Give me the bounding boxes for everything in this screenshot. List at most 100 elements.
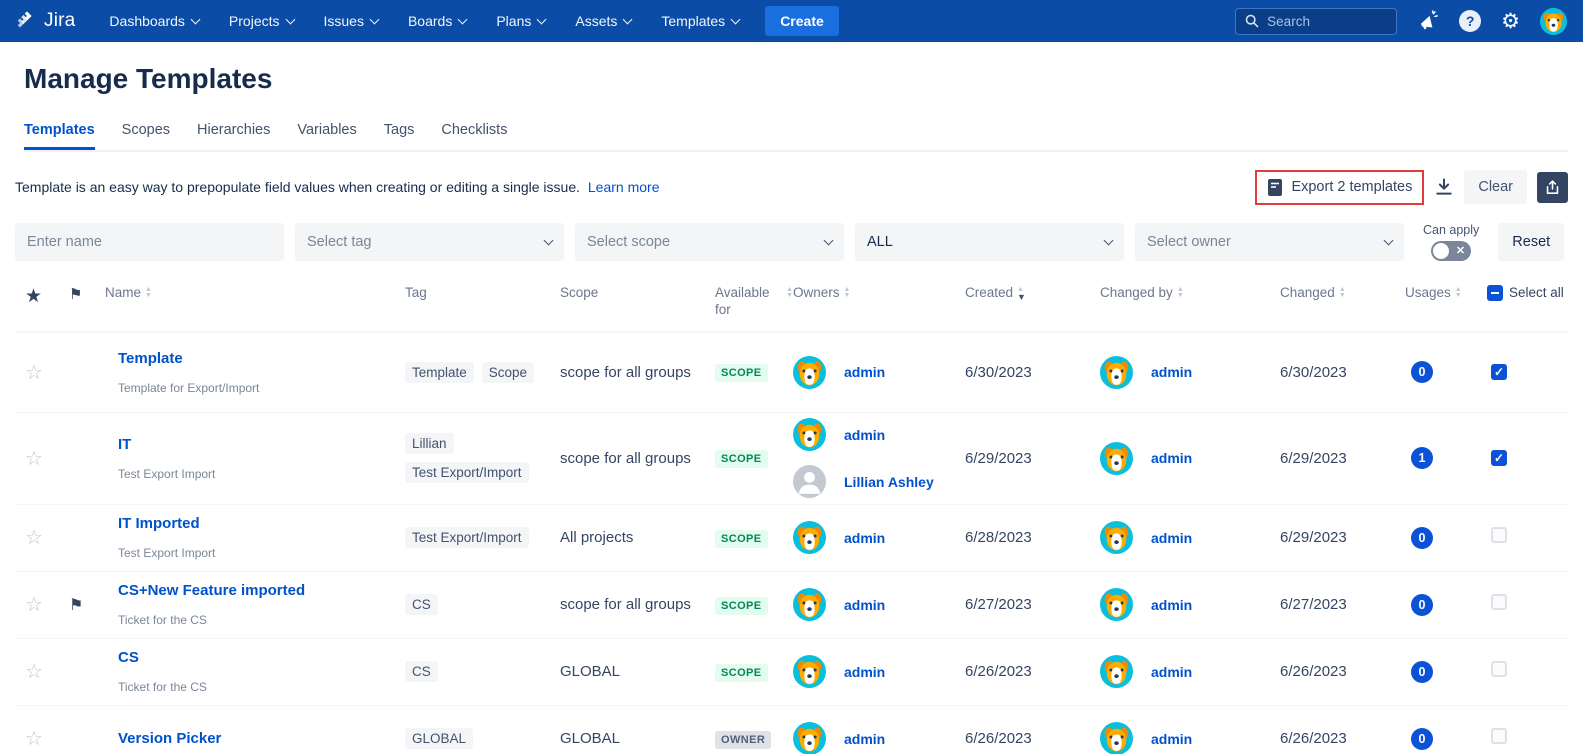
- name-filter-input[interactable]: [15, 223, 284, 261]
- header-changed-by[interactable]: Changed by▲▼: [1100, 285, 1280, 302]
- user-link[interactable]: admin: [1151, 664, 1192, 680]
- usages-badge[interactable]: 0: [1411, 661, 1433, 683]
- user-link[interactable]: admin: [844, 364, 885, 380]
- favorite-star-icon[interactable]: ☆: [25, 726, 60, 751]
- tag-filter-select[interactable]: Select tag: [295, 223, 564, 261]
- user-link[interactable]: admin: [1151, 731, 1192, 747]
- usages-badge[interactable]: 0: [1411, 361, 1433, 383]
- template-name-link[interactable]: IT: [118, 436, 405, 453]
- row-checkbox[interactable]: ✓: [1491, 364, 1507, 380]
- announcements-button[interactable]: [1417, 10, 1439, 32]
- favorite-star-icon[interactable]: ☆: [25, 592, 60, 617]
- help-button[interactable]: ?: [1459, 10, 1481, 32]
- usages-badge[interactable]: 0: [1411, 527, 1433, 549]
- template-name-link[interactable]: CS: [118, 649, 405, 666]
- table-header: ★ ⚑ Name▲▼ Tag Scope Available for▲▼ Own…: [15, 273, 1568, 333]
- name-cell: CS+New Feature imported Ticket for the C…: [105, 582, 405, 627]
- profile-button[interactable]: [1540, 8, 1567, 35]
- header-scope[interactable]: Scope: [560, 285, 715, 302]
- reset-button[interactable]: Reset: [1498, 223, 1564, 261]
- owner-filter-select[interactable]: Select owner: [1135, 223, 1404, 261]
- tag-list: TemplateScope: [405, 362, 560, 383]
- tab-hierarchies[interactable]: Hierarchies: [197, 122, 270, 150]
- dog-avatar-icon: [793, 418, 826, 451]
- header-changed[interactable]: Changed▲▼: [1280, 285, 1405, 302]
- header-created[interactable]: Created▲▼: [965, 285, 1100, 302]
- tab-tags[interactable]: Tags: [384, 122, 415, 150]
- create-button[interactable]: Create: [765, 6, 839, 36]
- row-checkbox[interactable]: [1491, 594, 1507, 610]
- user-link[interactable]: admin: [844, 530, 885, 546]
- changed-by-cell: admin: [1100, 521, 1280, 554]
- user: admin: [793, 521, 965, 554]
- user-link[interactable]: admin: [844, 427, 885, 443]
- user-link[interactable]: admin: [1151, 364, 1192, 380]
- nav-item-plans[interactable]: Plans: [496, 13, 545, 29]
- favorite-star-icon[interactable]: ☆: [25, 360, 60, 385]
- nav-item-projects[interactable]: Projects: [229, 13, 294, 29]
- usages-badge[interactable]: 0: [1411, 728, 1433, 750]
- tab-scopes[interactable]: Scopes: [122, 122, 170, 150]
- jira-brand[interactable]: Jira: [16, 10, 75, 32]
- template-name-link[interactable]: IT Imported: [118, 515, 405, 532]
- name-cell: IT Test Export Import: [105, 436, 405, 481]
- select-all-checkbox[interactable]: [1487, 285, 1503, 301]
- global-search[interactable]: [1235, 8, 1397, 35]
- header-owners[interactable]: Owners▲▼: [793, 285, 965, 302]
- nav-item-boards[interactable]: Boards: [408, 13, 466, 29]
- user-link[interactable]: admin: [1151, 450, 1192, 466]
- can-apply-toggle[interactable]: ✕: [1431, 241, 1471, 261]
- template-name-link[interactable]: Version Picker: [118, 730, 405, 747]
- header-available-for[interactable]: Available for▲▼: [715, 285, 793, 319]
- row-checkbox[interactable]: ✓: [1491, 450, 1507, 466]
- row-checkbox[interactable]: [1491, 728, 1507, 744]
- select-cell: [1487, 594, 1568, 615]
- chevron-down-icon: [190, 14, 200, 24]
- user-link[interactable]: Lillian Ashley: [844, 474, 934, 490]
- chevron-down-icon: [285, 14, 295, 24]
- nav-item-assets[interactable]: Assets: [575, 13, 631, 29]
- user-link[interactable]: admin: [844, 597, 885, 613]
- template-name-link[interactable]: Template: [118, 350, 405, 367]
- chevron-down-icon: [1104, 235, 1114, 245]
- user-link[interactable]: admin: [844, 664, 885, 680]
- user: admin: [1100, 356, 1280, 389]
- table-row: ☆ ⚑ IT Test Export Import LillianTest Ex…: [15, 413, 1568, 505]
- user-link[interactable]: admin: [1151, 597, 1192, 613]
- person-avatar-icon: [793, 465, 826, 498]
- favorite-column-icon[interactable]: ★: [25, 285, 60, 308]
- user-link[interactable]: admin: [1151, 530, 1192, 546]
- learn-more-link[interactable]: Learn more: [588, 179, 660, 195]
- tab-checklists[interactable]: Checklists: [441, 122, 507, 150]
- scope-filter-select[interactable]: Select scope: [575, 223, 844, 261]
- usages-badge[interactable]: 1: [1411, 447, 1433, 469]
- row-checkbox[interactable]: [1491, 661, 1507, 677]
- tab-templates[interactable]: Templates: [24, 122, 95, 150]
- tab-variables[interactable]: Variables: [297, 122, 356, 150]
- template-name-link[interactable]: CS+New Feature imported: [118, 582, 405, 599]
- flag-column-icon[interactable]: ⚑: [69, 285, 105, 303]
- clear-button[interactable]: Clear: [1464, 170, 1527, 204]
- settings-button[interactable]: ⚙: [1501, 11, 1520, 32]
- favorite-star-icon[interactable]: ☆: [25, 446, 60, 471]
- nav-item-issues[interactable]: Issues: [324, 13, 378, 29]
- tag-chip: GLOBAL: [405, 728, 473, 749]
- nav-item-dashboards[interactable]: Dashboards: [109, 13, 199, 29]
- user: admin: [1100, 521, 1280, 554]
- favorite-star-icon[interactable]: ☆: [25, 659, 60, 684]
- table-row: ☆ ⚑ IT Imported Test Export Import Test …: [15, 505, 1568, 572]
- share-button[interactable]: [1537, 172, 1568, 203]
- header-usages[interactable]: Usages▲▼: [1405, 285, 1487, 302]
- favorite-star-icon[interactable]: ☆: [25, 525, 60, 550]
- user-link[interactable]: admin: [844, 731, 885, 747]
- header-name[interactable]: Name▲▼: [105, 285, 405, 302]
- download-button[interactable]: [1434, 177, 1454, 197]
- header-tag[interactable]: Tag: [405, 285, 560, 302]
- export-templates-button[interactable]: Export 2 templates: [1255, 170, 1424, 205]
- type-filter-select[interactable]: ALL: [855, 223, 1124, 261]
- header-select-all: Select all: [1487, 285, 1568, 301]
- usages-badge[interactable]: 0: [1411, 594, 1433, 616]
- nav-item-templates[interactable]: Templates: [661, 13, 739, 29]
- row-checkbox[interactable]: [1491, 527, 1507, 543]
- search-input[interactable]: [1267, 14, 1377, 29]
